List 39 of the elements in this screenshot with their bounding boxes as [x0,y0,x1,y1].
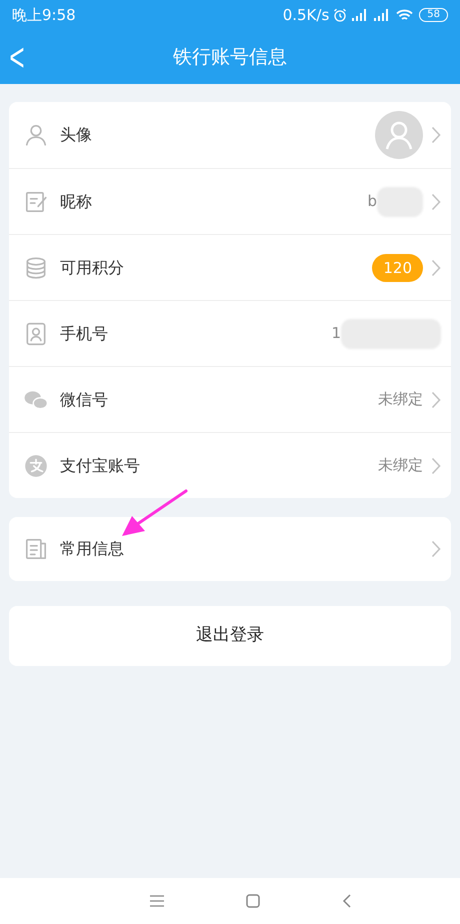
row-label: 微信号 [60,388,108,410]
row-value: 1 [331,323,341,344]
network-speed: 0.5K/s [282,4,330,26]
person-icon [23,122,49,148]
chevron-icon [431,390,441,408]
chevron-icon [431,126,441,144]
row-label: 昵称 [60,190,92,212]
settings-row[interactable]: 常用信息 [9,517,451,581]
settings-row[interactable]: 可用积分 120 [9,234,451,300]
row-value: 未绑定 [378,389,423,410]
settings-row[interactable]: 支付宝账号 未绑定 [9,432,451,498]
row-label: 头像 [60,124,92,146]
settings-row[interactable]: 微信号 未绑定 [9,366,451,432]
logout-button[interactable]: 退出登录 [9,606,451,666]
row-value: 未绑定 [378,455,423,476]
page-title: 铁行账号信息 [173,44,287,70]
row-value: b [367,191,377,212]
chevron-icon [431,192,441,210]
row-label: 可用积分 [60,256,124,278]
avatar [375,111,423,159]
chevron-icon [431,456,441,474]
document-icon [23,536,49,562]
settings-row[interactable]: 手机号 1 [9,300,451,366]
settings-row[interactable]: 头像 [9,102,451,168]
menu-icon[interactable] [150,895,164,907]
status-time: 晚上9:58 [12,4,76,26]
settings-row[interactable]: 昵称 b [9,168,451,234]
chevron-icon [431,540,441,558]
battery-indicator: 58 [419,8,448,22]
home-icon[interactable] [246,894,260,908]
row-label: 支付宝账号 [60,454,140,476]
back-icon[interactable] [342,894,350,908]
row-label: 常用信息 [60,538,124,560]
payment-icon [23,452,49,478]
points-badge: 120 [372,254,423,282]
row-label: 手机号 [60,322,108,344]
wifi-icon [396,8,414,22]
chevron-icon [431,258,441,276]
alarm-icon [333,8,348,22]
